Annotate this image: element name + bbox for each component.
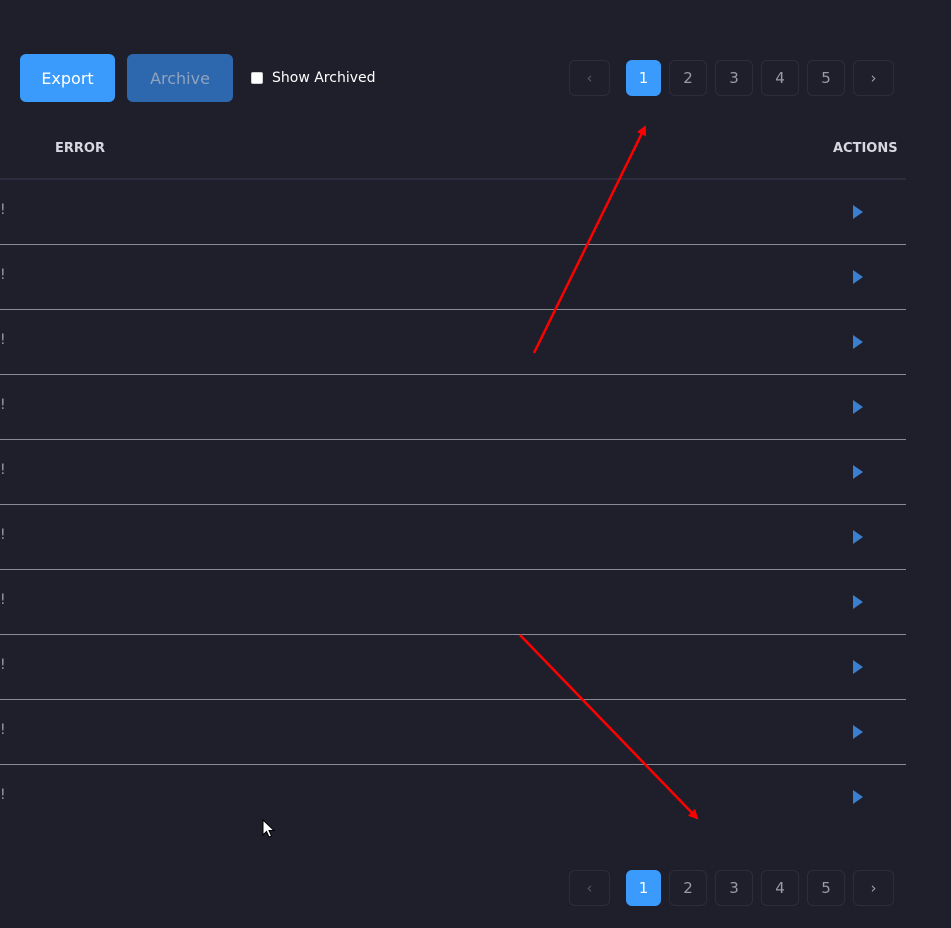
mouse-cursor-icon — [262, 819, 276, 838]
error-cell: ! — [0, 722, 6, 738]
prev-page-button[interactable]: ‹ — [569, 60, 610, 96]
chevron-right-icon: › — [870, 69, 877, 87]
error-cell: ! — [0, 332, 6, 348]
table-row: ! — [0, 310, 906, 375]
table-row: ! — [0, 700, 906, 765]
error-cell: ! — [0, 787, 6, 803]
error-cell: ! — [0, 527, 6, 543]
error-cell: ! — [0, 592, 6, 608]
table-row: ! — [0, 765, 906, 829]
page-button-1[interactable]: 1 — [626, 870, 661, 906]
page-button-4[interactable]: 4 — [761, 870, 799, 906]
show-archived-toggle[interactable]: Show Archived — [251, 70, 376, 86]
page-button-5[interactable]: 5 — [807, 60, 845, 96]
error-cell: ! — [0, 462, 6, 478]
column-header-error: ERROR — [55, 141, 105, 156]
table-body: ! ! ! ! ! ! ! ! ! ! — [0, 180, 906, 829]
archive-button[interactable]: Archive — [127, 54, 233, 102]
table-row: ! — [0, 440, 906, 505]
error-cell: ! — [0, 267, 6, 283]
chevron-left-icon: ‹ — [586, 69, 593, 87]
table-row: ! — [0, 180, 906, 245]
show-archived-label: Show Archived — [272, 70, 376, 86]
export-button[interactable]: Export — [20, 54, 115, 102]
play-triangle-icon[interactable] — [853, 335, 863, 349]
error-cell: ! — [0, 397, 6, 413]
next-page-button[interactable]: › — [853, 60, 894, 96]
play-triangle-icon[interactable] — [853, 660, 863, 674]
pagination-top: ‹ 1 2 3 4 5 › — [569, 60, 894, 96]
pagination-bottom: ‹ 1 2 3 4 5 › — [569, 870, 894, 906]
table-header: ERROR ACTIONS — [0, 130, 906, 180]
page-button-4[interactable]: 4 — [761, 60, 799, 96]
play-triangle-icon[interactable] — [853, 205, 863, 219]
table-row: ! — [0, 570, 906, 635]
table-row: ! — [0, 505, 906, 570]
chevron-left-icon: ‹ — [586, 879, 593, 897]
page-button-3[interactable]: 3 — [715, 60, 753, 96]
play-triangle-icon[interactable] — [853, 725, 863, 739]
page-button-3[interactable]: 3 — [715, 870, 753, 906]
play-triangle-icon[interactable] — [853, 530, 863, 544]
table-row: ! — [0, 245, 906, 310]
prev-page-button[interactable]: ‹ — [569, 870, 610, 906]
table-row: ! — [0, 635, 906, 700]
play-triangle-icon[interactable] — [853, 790, 863, 804]
play-triangle-icon[interactable] — [853, 595, 863, 609]
play-triangle-icon[interactable] — [853, 270, 863, 284]
page-button-5[interactable]: 5 — [807, 870, 845, 906]
column-header-actions: ACTIONS — [833, 141, 898, 156]
table-row: ! — [0, 375, 906, 440]
page-button-1[interactable]: 1 — [626, 60, 661, 96]
play-triangle-icon[interactable] — [853, 400, 863, 414]
show-archived-checkbox[interactable] — [251, 72, 263, 84]
error-cell: ! — [0, 657, 6, 673]
page-button-2[interactable]: 2 — [669, 870, 707, 906]
error-cell: ! — [0, 202, 6, 218]
play-triangle-icon[interactable] — [853, 465, 863, 479]
next-page-button[interactable]: › — [853, 870, 894, 906]
chevron-right-icon: › — [870, 879, 877, 897]
page-button-2[interactable]: 2 — [669, 60, 707, 96]
toolbar: Export Archive Show Archived — [20, 54, 376, 102]
